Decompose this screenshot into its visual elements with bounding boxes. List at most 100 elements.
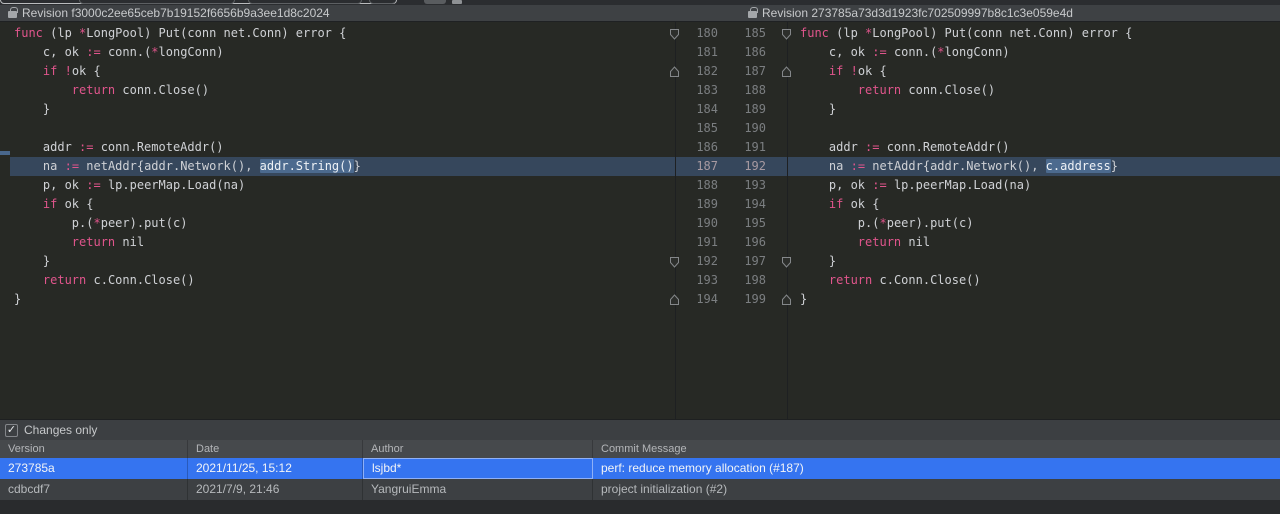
fold-end-icon[interactable]: [781, 65, 792, 77]
commit-message-cell[interactable]: project initialization (#2): [593, 479, 1280, 500]
code-line[interactable]: [14, 119, 361, 138]
line-number[interactable]: 180: [676, 24, 718, 43]
version-cell[interactable]: 273785a: [0, 458, 188, 479]
left-code-pane[interactable]: func (lp *LongPool) Put(conn net.Conn) e…: [14, 24, 361, 309]
line-number[interactable]: 198: [724, 271, 766, 290]
author-cell[interactable]: lsjbd*: [363, 458, 593, 479]
code-line[interactable]: p.(*peer).put(c): [14, 214, 361, 233]
line-number[interactable]: 181: [676, 43, 718, 62]
left-revision-title: Revision f3000c2ee65ceb7b19152f6656b9a3e…: [22, 5, 330, 22]
line-number[interactable]: 185: [724, 24, 766, 43]
code-line[interactable]: c, ok := conn.(*longConn): [800, 43, 1132, 62]
code-line[interactable]: return nil: [800, 233, 1132, 252]
gutter-divider-right: [787, 22, 788, 420]
code-line[interactable]: return c.Conn.Close(): [14, 271, 361, 290]
code-line[interactable]: p.(*peer).put(c): [800, 214, 1132, 233]
gutter-divider-left: [675, 22, 676, 420]
code-line[interactable]: [800, 119, 1132, 138]
lock-icon: [8, 11, 17, 18]
column-header-version[interactable]: Version: [0, 440, 188, 458]
column-header-author[interactable]: Author: [363, 440, 593, 458]
line-number[interactable]: 191: [724, 138, 766, 157]
fold-start-icon[interactable]: [669, 255, 680, 267]
code-line[interactable]: p, ok := lp.peerMap.Load(na): [800, 176, 1132, 195]
code-line[interactable]: addr := conn.RemoteAddr(): [800, 138, 1132, 157]
line-number[interactable]: 183: [676, 81, 718, 100]
changes-only-label: Changes only: [24, 420, 97, 440]
date-cell[interactable]: 2021/7/9, 21:46: [188, 479, 363, 500]
fold-start-icon[interactable]: [781, 255, 792, 267]
line-number[interactable]: 191: [676, 233, 718, 252]
left-line-numbers[interactable]: 1801811821831841851861871881891901911921…: [676, 24, 718, 309]
revision-row[interactable]: cdbcdf72021/7/9, 21:46YangruiEmmaproject…: [0, 479, 1280, 500]
right-code-pane[interactable]: func (lp *LongPool) Put(conn net.Conn) e…: [800, 24, 1132, 309]
changed-word: addr.String(): [260, 159, 354, 173]
code-line[interactable]: if !ok {: [800, 62, 1132, 81]
line-number[interactable]: 197: [724, 252, 766, 271]
code-line[interactable]: if !ok {: [14, 62, 361, 81]
revision-history-table: Version Date Author Commit Message 27378…: [0, 440, 1280, 514]
code-line[interactable]: }: [14, 290, 361, 309]
column-header-message[interactable]: Commit Message: [593, 440, 1280, 458]
line-number[interactable]: 182: [676, 62, 718, 81]
code-line[interactable]: if ok {: [800, 195, 1132, 214]
diff-editor[interactable]: func (lp *LongPool) Put(conn net.Conn) e…: [0, 22, 1280, 420]
code-line[interactable]: }: [14, 100, 361, 119]
right-line-numbers[interactable]: 1851861871881891901911921931941951961971…: [724, 24, 766, 309]
code-line[interactable]: }: [800, 290, 1132, 309]
line-number[interactable]: 186: [724, 43, 766, 62]
fold-end-icon[interactable]: [781, 293, 792, 305]
fold-end-icon[interactable]: [669, 293, 680, 305]
author-cell[interactable]: YangruiEmma: [363, 479, 593, 500]
fold-start-icon[interactable]: [669, 27, 680, 39]
line-number[interactable]: 186: [676, 138, 718, 157]
code-line[interactable]: na := netAddr{addr.Network(), c.address}: [800, 157, 1132, 176]
code-line[interactable]: }: [14, 252, 361, 271]
changes-only-checkbox[interactable]: ✓: [5, 424, 18, 437]
code-line[interactable]: }: [800, 252, 1132, 271]
line-number[interactable]: 199: [724, 290, 766, 309]
code-line[interactable]: return conn.Close(): [14, 81, 361, 100]
diff-pane-headers: Revision f3000c2ee65ceb7b19152f6656b9a3e…: [0, 5, 1280, 22]
code-line[interactable]: if ok {: [14, 195, 361, 214]
changes-only-bar: ✓ Changes only: [0, 420, 1280, 440]
code-line[interactable]: return conn.Close(): [800, 81, 1132, 100]
code-line[interactable]: }: [800, 100, 1132, 119]
code-line[interactable]: return c.Conn.Close(): [800, 271, 1132, 290]
line-number[interactable]: 188: [676, 176, 718, 195]
date-cell[interactable]: 2021/11/25, 15:12: [188, 458, 363, 479]
commit-message-cell[interactable]: perf: reduce memory allocation (#187): [593, 458, 1280, 479]
line-number[interactable]: 194: [676, 290, 718, 309]
line-number[interactable]: 193: [724, 176, 766, 195]
line-number[interactable]: 187: [676, 157, 718, 176]
line-number[interactable]: 189: [724, 100, 766, 119]
line-number[interactable]: 192: [724, 157, 766, 176]
revision-row[interactable]: 273785a2021/11/25, 15:12lsjbd*perf: redu…: [0, 458, 1280, 479]
line-number[interactable]: 190: [724, 119, 766, 138]
line-number[interactable]: 195: [724, 214, 766, 233]
fold-start-icon[interactable]: [781, 27, 792, 39]
version-cell[interactable]: cdbcdf7: [0, 479, 188, 500]
fold-end-icon[interactable]: [669, 65, 680, 77]
line-number[interactable]: 185: [676, 119, 718, 138]
column-header-date[interactable]: Date: [188, 440, 363, 458]
code-line[interactable]: return nil: [14, 233, 361, 252]
line-number[interactable]: 184: [676, 100, 718, 119]
line-number[interactable]: 192: [676, 252, 718, 271]
right-revision-title: Revision 273785a73d3d1923fc702509997b8c1…: [762, 5, 1073, 22]
code-line[interactable]: c, ok := conn.(*longConn): [14, 43, 361, 62]
cut-combo-box: [248, 0, 362, 4]
line-number[interactable]: 187: [724, 62, 766, 81]
code-line[interactable]: addr := conn.RemoteAddr(): [14, 138, 361, 157]
line-number[interactable]: 188: [724, 81, 766, 100]
code-line[interactable]: func (lp *LongPool) Put(conn net.Conn) e…: [14, 24, 361, 43]
code-line[interactable]: func (lp *LongPool) Put(conn net.Conn) e…: [800, 24, 1132, 43]
line-number[interactable]: 193: [676, 271, 718, 290]
code-line[interactable]: p, ok := lp.peerMap.Load(na): [14, 176, 361, 195]
line-number[interactable]: 189: [676, 195, 718, 214]
line-number[interactable]: 196: [724, 233, 766, 252]
table-header-row: Version Date Author Commit Message: [0, 440, 1280, 458]
code-line[interactable]: na := netAddr{addr.Network(), addr.Strin…: [14, 157, 361, 176]
line-number[interactable]: 190: [676, 214, 718, 233]
line-number[interactable]: 194: [724, 195, 766, 214]
